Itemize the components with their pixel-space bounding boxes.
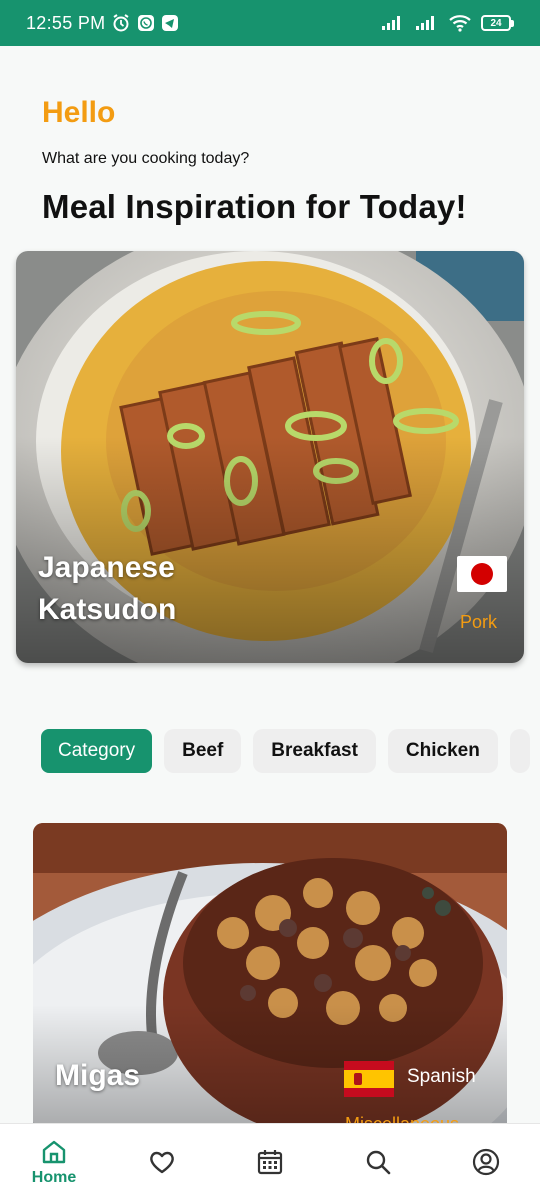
greeting-subtitle: What are you cooking today? bbox=[42, 150, 250, 167]
battery-level: 24 bbox=[481, 15, 511, 31]
calendar-icon bbox=[257, 1150, 283, 1175]
whatsapp-icon bbox=[138, 15, 155, 31]
page-title: Meal Inspiration for Today! bbox=[42, 188, 467, 225]
bottom-nav: Home bbox=[0, 1123, 540, 1200]
search-icon bbox=[366, 1150, 391, 1175]
meal-area: Spanish bbox=[407, 1066, 476, 1087]
nav-home-label: Home bbox=[31, 1169, 77, 1186]
meal-name: Migas bbox=[55, 1059, 141, 1092]
status-bar: 12:55 PM 24 bbox=[0, 0, 540, 46]
nav-calendar[interactable] bbox=[216, 1124, 324, 1200]
chip-chicken[interactable]: Chicken bbox=[387, 729, 498, 773]
featured-meal-category: Pork bbox=[460, 612, 498, 632]
chip-beef[interactable]: Beef bbox=[164, 729, 242, 773]
nav-home[interactable]: Home bbox=[0, 1124, 108, 1200]
chip-breakfast[interactable]: Breakfast bbox=[253, 729, 376, 773]
telegram-icon bbox=[162, 15, 179, 31]
chip-category[interactable]: Category bbox=[41, 729, 153, 773]
featured-meal-name: Japanese Katsudon bbox=[38, 551, 177, 626]
chip-more[interactable] bbox=[509, 729, 530, 773]
signal-icon bbox=[416, 16, 434, 30]
nav-favorites[interactable] bbox=[108, 1124, 216, 1200]
battery-icon: 24 bbox=[481, 15, 514, 31]
profile-icon bbox=[472, 1148, 500, 1176]
category-chips: Category Beef Breakfast Chicken bbox=[41, 729, 540, 773]
signal-icon bbox=[382, 16, 400, 30]
heart-icon bbox=[150, 1151, 174, 1174]
greeting-hello: Hello bbox=[42, 96, 116, 129]
status-time: 12:55 PM bbox=[26, 12, 106, 33]
nav-search[interactable] bbox=[324, 1124, 432, 1200]
spain-flag-icon bbox=[344, 1061, 394, 1097]
japan-flag-icon bbox=[457, 556, 507, 592]
featured-meal-card[interactable]: Japanese Katsudon Pork bbox=[16, 251, 524, 663]
home-icon bbox=[42, 1140, 66, 1164]
meal-card[interactable]: Migas Spanish Miscellaneous bbox=[33, 823, 507, 1153]
nav-profile[interactable] bbox=[432, 1124, 540, 1200]
alarm-icon bbox=[113, 14, 130, 32]
wifi-icon bbox=[449, 15, 471, 32]
